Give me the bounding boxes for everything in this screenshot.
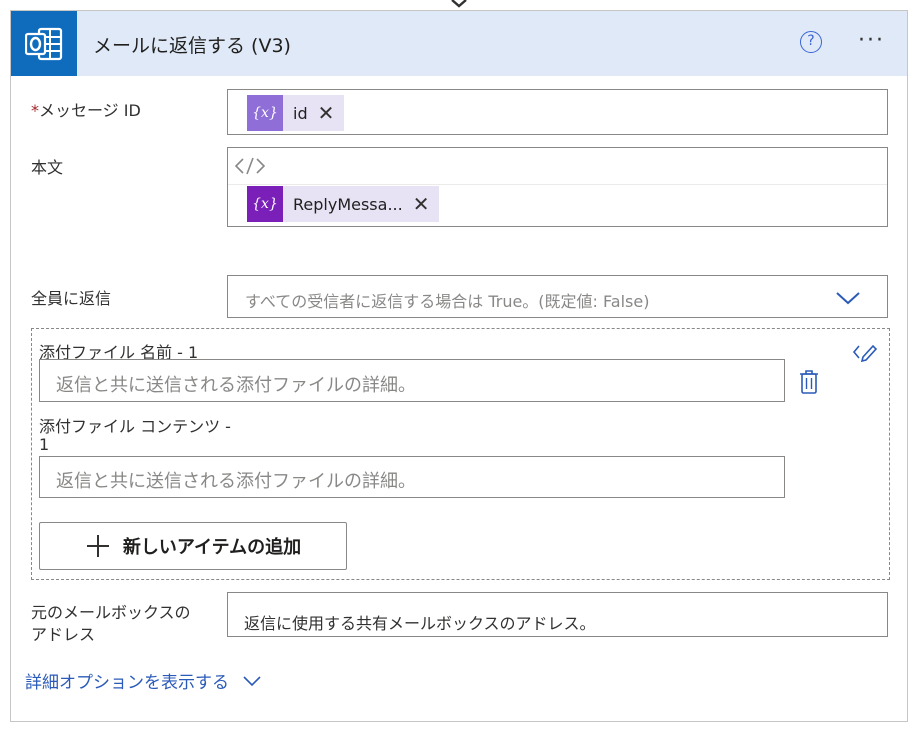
- attachment-name-input[interactable]: 返信と共に送信される添付ファイルの詳細。: [39, 359, 785, 402]
- attachment-content-input[interactable]: 返信と共に送信される添付ファイルの詳細。: [39, 456, 785, 498]
- chevron-down-icon[interactable]: [835, 290, 861, 306]
- code-icon[interactable]: [234, 156, 266, 176]
- token-label: id: [293, 103, 308, 123]
- attachment-content-label: 添付ファイル コンテンツ -: [39, 417, 231, 436]
- outlook-icon: [11, 11, 77, 76]
- more-icon[interactable]: ···: [858, 28, 885, 53]
- body-field[interactable]: {𝑥} ReplyMessa... ✕: [227, 147, 888, 227]
- plus-icon: [86, 535, 109, 557]
- original-mailbox-label: 元のメールボックスの: [31, 603, 191, 622]
- reply-all-placeholder: すべての受信者に返信する場合は True。(既定値: False): [245, 292, 650, 311]
- reply-all-dropdown[interactable]: すべての受信者に返信する場合は True。(既定値: False): [227, 275, 888, 318]
- remove-token-icon[interactable]: ✕: [318, 103, 345, 123]
- body-toolbar-divider: [228, 184, 887, 185]
- token-label: ReplyMessa...: [293, 194, 403, 214]
- show-advanced-options-link[interactable]: 詳細オプションを表示する: [25, 668, 263, 693]
- trash-icon[interactable]: [798, 369, 820, 395]
- chevron-down-icon: [243, 675, 261, 686]
- reply-all-label: 全員に返信: [31, 289, 112, 308]
- dynamic-content-token[interactable]: {𝑥} ReplyMessa... ✕: [247, 186, 440, 222]
- required-mark: *: [31, 101, 39, 120]
- edit-code-icon[interactable]: [852, 342, 878, 362]
- message-id-field[interactable]: {𝑥} id ✕: [227, 89, 888, 135]
- attachment-content-placeholder: 返信と共に送信される添付ファイルの詳細。: [56, 471, 416, 492]
- add-item-button[interactable]: 新しいアイテムの追加: [39, 522, 347, 570]
- body-label: 本文: [31, 158, 64, 177]
- connector-arrow-icon: [451, 0, 467, 8]
- attachment-content-label-line2: 1: [39, 435, 50, 454]
- original-mailbox-label-line2: アドレス: [31, 625, 96, 644]
- advanced-options-label: 詳細オプションを表示する: [25, 673, 229, 693]
- dynamic-content-icon: {𝑥}: [247, 95, 283, 131]
- attachment-name-placeholder: 返信と共に送信される添付ファイルの詳細。: [56, 375, 416, 396]
- dynamic-content-token[interactable]: {𝑥} id ✕: [247, 95, 345, 131]
- action-title: メールに返信する (V3): [93, 35, 291, 57]
- remove-token-icon[interactable]: ✕: [413, 194, 440, 214]
- original-mailbox-input[interactable]: 返信に使用する共有メールボックスのアドレス。: [227, 592, 888, 637]
- message-id-label: *メッセージ ID: [31, 101, 141, 120]
- add-item-label: 新しいアイテムの追加: [122, 537, 302, 558]
- variable-icon: {𝑥}: [247, 186, 283, 222]
- question-circle-icon[interactable]: ?: [800, 31, 822, 53]
- original-mailbox-placeholder: 返信に使用する共有メールボックスのアドレス。: [244, 614, 596, 633]
